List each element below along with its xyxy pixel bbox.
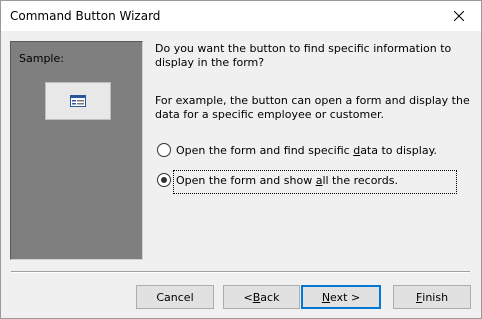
radio-show-all[interactable] (157, 173, 171, 187)
finish-button[interactable]: Finish (393, 285, 471, 309)
sample-button-preview (45, 82, 111, 120)
form-icon (70, 95, 86, 107)
next-button[interactable]: Next > (301, 285, 381, 309)
cancel-button[interactable]: Cancel (136, 285, 214, 309)
sample-panel: Sample: (10, 41, 143, 260)
close-button[interactable] (437, 1, 481, 31)
separator (11, 271, 470, 273)
option-find-specific-label: Open the form and find specific data to … (176, 143, 438, 157)
window-title: Command Button Wizard (10, 9, 161, 23)
question-text: Do you want the button to find specific … (155, 42, 452, 69)
option-find-specific[interactable]: Open the form and find specific data to … (157, 142, 437, 158)
wizard-window: Command Button Wizard Sample: Do you wan… (0, 0, 482, 319)
radio-find-specific[interactable] (157, 143, 171, 157)
example-text: For example, the button can open a form … (155, 94, 470, 121)
focus-rectangle (173, 170, 457, 194)
close-icon (454, 11, 464, 21)
back-button[interactable]: < Back (223, 285, 300, 309)
sample-label: Sample: (19, 52, 64, 65)
title-bar: Command Button Wizard (1, 1, 481, 31)
